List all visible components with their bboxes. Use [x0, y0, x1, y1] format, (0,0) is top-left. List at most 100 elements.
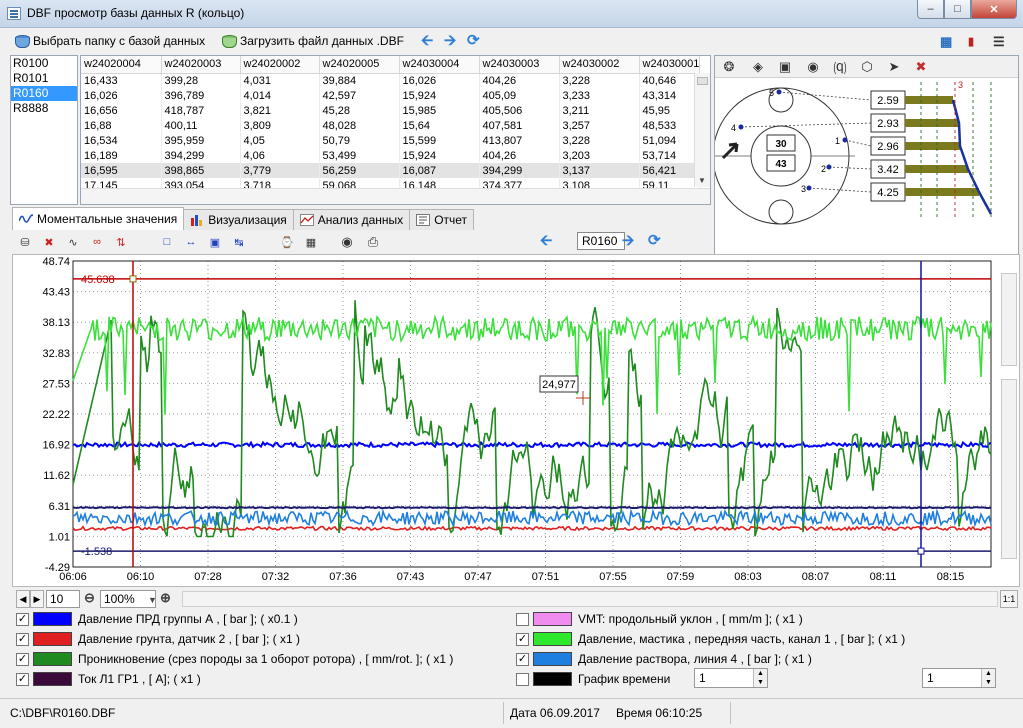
chart-scale-icon[interactable]: ⇅ [112, 233, 130, 251]
column-header[interactable]: w24030002 [559, 56, 640, 74]
segment-icon[interactable]: ▣ [777, 59, 793, 75]
legend-item[interactable]: ✓ Давление грунта, датчик 2 , [ bar ]; (… [16, 630, 300, 648]
table-row[interactable]: 16,595 398,865 3,779 56,259 16,087 394,299 3,1… [81, 163, 701, 178]
reload-chart-icon[interactable]: ⟳ [648, 233, 661, 249]
table-horizontal-scrollbar[interactable] [81, 188, 710, 204]
series-item[interactable]: R0100 [11, 56, 77, 71]
zoom-step-input[interactable]: 10 [46, 590, 80, 608]
column-header[interactable]: w24030004 [399, 56, 480, 74]
series-item-selected[interactable]: R0160 [11, 86, 77, 101]
time-axis-icon[interactable]: ⌚ [278, 233, 296, 251]
column-header[interactable]: w24030001 [639, 56, 701, 74]
compass-icon[interactable]: ⒬ [832, 59, 848, 76]
select-folder-button[interactable]: Выбрать папку с базой данных [14, 32, 205, 50]
close-button[interactable]: ✕ [971, 0, 1017, 19]
time-series-chart[interactable]: 48.74 43.43 38.13 32.83 27.53 22.22 16.92 11.62… [13, 255, 1019, 586]
chart-lower-scrollbar[interactable] [1001, 379, 1017, 559]
table-view-icon[interactable]: ▦ [940, 34, 952, 50]
legend-checkbox[interactable]: ✓ [16, 672, 29, 686]
prev-file-icon[interactable]: 🡨 [540, 233, 552, 249]
tab-visualization[interactable]: Визуализация [183, 209, 294, 230]
chevron-down-icon[interactable]: ▼ [148, 592, 157, 608]
sensor-point [842, 137, 848, 143]
tab-data-analysis[interactable]: Анализ данных [292, 209, 411, 230]
legend-checkbox[interactable]: ✓ [16, 632, 29, 646]
spin-arrows-icon[interactable]: ▲ ▼ [981, 669, 995, 687]
chart-area[interactable]: 48.74 43.43 38.13 32.83 27.53 22.22 16.92 11.62… [12, 254, 1020, 587]
scale-one-button[interactable]: 1:1 [1000, 590, 1018, 608]
time-spin-right[interactable]: 1 ▲ ▼ [922, 668, 996, 688]
ring-icon[interactable]: ◉ [805, 59, 821, 75]
series-item[interactable]: R8888 [11, 101, 77, 116]
dial-icon[interactable]: ❂ [721, 59, 737, 75]
forward-arrow-icon[interactable]: 🡪 [444, 33, 456, 49]
table-row[interactable]: 16,026 396,789 4,014 42,597 15,924 405,09 3,23… [81, 88, 701, 103]
column-header[interactable]: w24020002 [240, 56, 320, 74]
zoom-step-up-icon[interactable]: ▶ [30, 590, 44, 608]
column-header[interactable]: w24020005 [319, 56, 400, 74]
table-row[interactable]: 16,433 399,28 4,031 39,884 16,026 404,26 3,228… [81, 73, 701, 88]
scroll-down-icon[interactable]: ▼ [698, 176, 706, 185]
diamond-icon[interactable]: ◈ [750, 59, 766, 75]
table-vertical-scrollbar[interactable]: ▼ [694, 73, 710, 187]
legend-item[interactable]: ✓ Ток Л1 ГР1 , [ A]; ( x1 ) [16, 670, 201, 688]
chart-zero-icon[interactable]: ∞ [88, 233, 106, 251]
zoom-reset-icon[interactable]: ↹ [230, 233, 248, 251]
table-row[interactable]: 16,88 400,11 3,809 48,028 15,64 407,581 3,257 4… [81, 118, 701, 133]
legend-checkbox[interactable] [516, 612, 529, 626]
tab-instant-values[interactable]: Моментальные значения [12, 207, 185, 230]
legend-item[interactable]: ✓ Проникновение (срез породы за 1 оборот… [16, 650, 453, 668]
table-row[interactable]: 16,189 394,299 4,06 53,499 15,924 404,26 3,203… [81, 148, 701, 163]
legend-checkbox[interactable]: ✓ [16, 652, 29, 666]
column-header[interactable]: w24020003 [161, 56, 241, 74]
table-cell: 407,581 [479, 118, 560, 133]
zoom-out-icon[interactable]: ⊖ [84, 590, 95, 606]
zoom-fit-icon[interactable]: ▣ [206, 233, 224, 251]
legend-item[interactable]: VMT: продольный уклон , [ mm/m ]; ( x1 ) [516, 610, 803, 628]
tab-report[interactable]: Отчет [409, 209, 475, 230]
zoom-step-down-icon[interactable]: ◀ [16, 590, 30, 608]
refresh-icon[interactable]: ⟳ [467, 33, 480, 49]
table-row[interactable]: 16,534 395,959 4,05 50,79 15,599 413,807 3,228… [81, 133, 701, 148]
grid-icon[interactable]: ▦ [302, 233, 320, 251]
back-arrow-icon[interactable]: 🡨 [421, 33, 433, 49]
zoom-in-icon[interactable]: ⊕ [160, 590, 171, 606]
series-item[interactable]: R0101 [11, 71, 77, 86]
time-spin-left[interactable]: 1 ▲ ▼ [694, 668, 768, 688]
legend-checkbox[interactable]: ✓ [16, 612, 29, 626]
next-file-icon[interactable]: 🡪 [622, 233, 634, 249]
hexagon-icon[interactable]: ⬡ [859, 59, 875, 75]
spin-arrows-icon[interactable]: ▲ ▼ [753, 669, 767, 687]
minimize-button[interactable]: – [917, 0, 944, 19]
table-row[interactable]: 16,656 418,787 3,821 45,28 15,985 405,506 3,21… [81, 103, 701, 118]
legend-checkbox[interactable] [516, 672, 529, 686]
legend-item[interactable]: ✓ Давление ПРД группы А , [ bar ]; ( x0.… [16, 610, 298, 628]
table-cell: 418,787 [161, 103, 241, 118]
print-icon[interactable]: ⎙ [364, 233, 382, 251]
scroll-thumb[interactable] [697, 77, 708, 85]
tools-icon[interactable]: ✖ [913, 59, 929, 75]
column-header[interactable]: w24030003 [479, 56, 560, 74]
delete-series-icon[interactable]: ✖ [40, 233, 58, 251]
legend-checkbox[interactable]: ✓ [516, 632, 529, 646]
legend-item[interactable]: ✓ Давление раствора, линия 4 , [ bar ]; … [516, 650, 812, 668]
export-icon[interactable]: ▮ [968, 34, 974, 50]
current-file-field[interactable]: R0160 [577, 232, 625, 250]
database-chart-icon[interactable]: ⛁ [16, 233, 34, 251]
settings-icon[interactable]: ☰ [993, 34, 1005, 50]
camera-icon[interactable]: ◉ [338, 233, 356, 251]
zoom-select-icon[interactable]: □ [158, 233, 176, 251]
send-icon[interactable]: ➤ [886, 59, 902, 75]
chart-upper-scrollbar[interactable] [1001, 273, 1017, 366]
table-cell: 51,094 [639, 133, 701, 148]
chart-ac-icon[interactable]: ∿ [64, 233, 82, 251]
load-file-button[interactable]: Загрузить файл данных .DBF [221, 32, 404, 50]
legend-item[interactable]: ✓ Давление, мастика , передняя часть, ка… [516, 630, 905, 648]
maximize-button[interactable]: □ [944, 0, 971, 19]
value-bar [905, 188, 979, 196]
legend-checkbox[interactable]: ✓ [516, 652, 529, 666]
column-header[interactable]: w24020004 [81, 56, 162, 74]
legend-item[interactable]: График времени [516, 670, 670, 688]
zoom-x-icon[interactable]: ↔ [182, 233, 200, 251]
time-scrollbar[interactable] [182, 591, 998, 607]
